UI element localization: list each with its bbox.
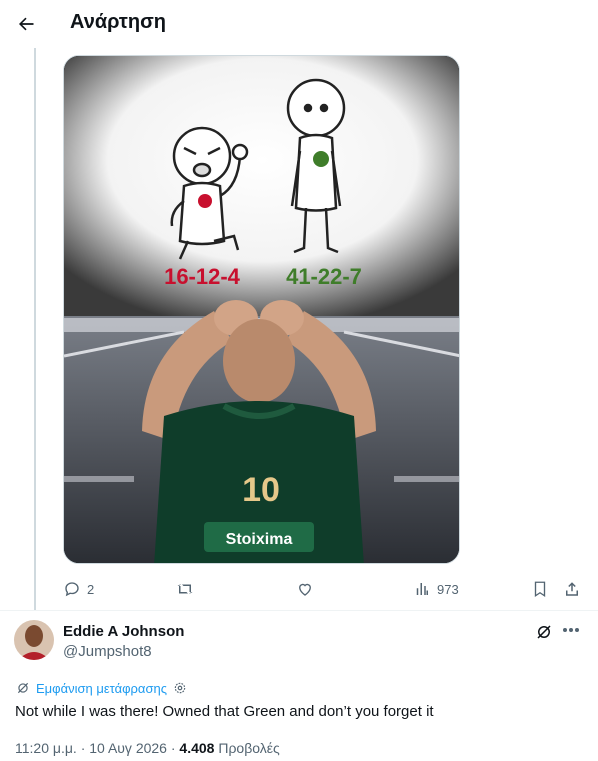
- bookmark-icon: [534, 581, 546, 598]
- score-right: 41-22-7: [286, 264, 362, 289]
- user-avatar-image: [14, 620, 54, 660]
- like-action[interactable]: [296, 576, 320, 602]
- gear-icon: [174, 682, 186, 694]
- meta-separator: ·: [80, 740, 90, 756]
- arrow-left-icon: [19, 17, 34, 31]
- more-options-button[interactable]: [560, 620, 582, 640]
- share-button[interactable]: [563, 576, 581, 602]
- jersey-number: 10: [242, 471, 280, 509]
- panathinaikos-badge: [313, 151, 329, 167]
- show-translation-label: Εμφάνιση μετάφρασης: [36, 680, 167, 696]
- olympiacos-badge: [198, 194, 212, 208]
- thread-connector-line: [34, 48, 36, 610]
- reply-icon: [65, 582, 79, 597]
- post-time[interactable]: 11:20 μ.μ.: [15, 740, 77, 756]
- score-left: 16-12-4: [164, 264, 241, 289]
- jersey-sponsor: Stoixima: [226, 531, 293, 548]
- post-text: Not while I was there! Owned that Green …: [15, 703, 434, 720]
- post-views-count: 4.408: [179, 740, 215, 756]
- grok-button[interactable]: [534, 622, 554, 642]
- reply-count: 2: [87, 581, 95, 597]
- page-title: Ανάρτηση: [70, 11, 166, 33]
- views-action[interactable]: 973: [413, 576, 459, 602]
- heart-icon: [299, 583, 311, 596]
- grok-icon: [17, 682, 29, 694]
- post-actions-bar: 2 973: [63, 576, 583, 602]
- reply-action[interactable]: 2: [63, 576, 94, 602]
- bookmark-button[interactable]: [531, 576, 549, 602]
- share-icon: [566, 582, 578, 596]
- reply-divider: [0, 610, 598, 611]
- author-handle[interactable]: @Jumpshot8: [63, 643, 152, 660]
- views-count: 973: [437, 581, 459, 597]
- post-metadata: 11:20 μ.μ. · 10 Αυγ 2026 · 4.408 Προβολέ…: [15, 740, 280, 756]
- post-views-label: Προβολές: [218, 740, 280, 756]
- analytics-icon: [416, 583, 428, 595]
- grok-icon: [537, 625, 551, 639]
- show-translation-link[interactable]: Εμφάνιση μετάφρασης: [16, 679, 187, 697]
- post-image[interactable]: 16-12-4 41-22-7 10 Stoixima: [63, 55, 460, 564]
- post-date[interactable]: 10 Αυγ 2026: [89, 740, 167, 756]
- meme-illustration: 16-12-4 41-22-7 10 Stoixima: [64, 56, 459, 563]
- top-bar: Ανάρτηση: [0, 0, 598, 48]
- repost-icon: [177, 583, 193, 595]
- back-button[interactable]: [8, 6, 44, 42]
- avatar[interactable]: [14, 620, 54, 660]
- more-horizontal-icon: [563, 628, 579, 632]
- author-name[interactable]: Eddie A Johnson: [63, 623, 184, 640]
- repost-action[interactable]: [176, 576, 200, 602]
